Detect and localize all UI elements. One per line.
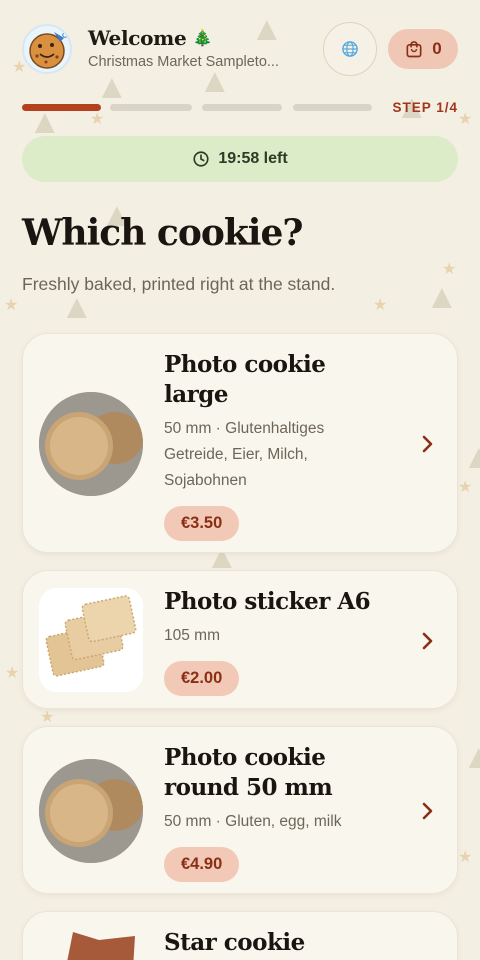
clock-icon bbox=[193, 151, 209, 167]
product-title: Photo sticker A6 bbox=[164, 588, 371, 615]
step-segment-3 bbox=[202, 104, 282, 111]
cookie-mascot-icon bbox=[22, 24, 72, 74]
globe-icon bbox=[342, 41, 358, 57]
timer-text: 19:58 left bbox=[218, 150, 288, 167]
cart-count: 0 bbox=[432, 39, 442, 58]
star-decoration-icon: ★ bbox=[442, 261, 457, 278]
star-decoration-icon: ★ bbox=[458, 479, 473, 496]
star-decoration-icon: ★ bbox=[4, 297, 19, 314]
page-subtitle: Freshly baked, printed right at the stan… bbox=[22, 274, 336, 294]
product-card[interactable]: Star cookie bbox=[22, 911, 458, 960]
product-card[interactable]: Photo cookie round 50 mm 50 mm · Gluten,… bbox=[22, 726, 458, 894]
tree-decoration-icon: ▲ bbox=[60, 288, 94, 326]
tree-decoration-icon: ▲ bbox=[95, 68, 129, 106]
star-decoration-icon: ★ bbox=[458, 111, 473, 128]
tree-decoration-icon: ▲ bbox=[462, 438, 480, 476]
tree-decoration-icon: ▲ bbox=[462, 738, 480, 776]
chevron-right-icon bbox=[422, 632, 433, 650]
header-title: Welcome bbox=[88, 26, 187, 50]
product-title: Photo cookie round 50 mm bbox=[164, 744, 333, 801]
christmas-tree-icon: 🎄 bbox=[192, 30, 213, 47]
step-segment-4 bbox=[293, 104, 372, 111]
product-image bbox=[39, 392, 143, 496]
app-screen: ▲ ▲ ▲ ▲ ▲ ▲ ▲ ▲ ▲ ▲ ▲ ★ ★ ★ ★ ★ ★ ★ ★ ★ … bbox=[0, 0, 480, 960]
price-badge: €3.50 bbox=[164, 506, 240, 541]
time-remaining-banner: 19:58 left bbox=[22, 136, 458, 182]
star-decoration-icon: ★ bbox=[40, 709, 55, 726]
step-segment-1 bbox=[22, 104, 101, 111]
product-title: Star cookie bbox=[164, 929, 305, 956]
price-badge: €4.90 bbox=[164, 847, 240, 882]
step-label: STEP 1/4 bbox=[392, 100, 458, 115]
step-progress: STEP 1/4 bbox=[22, 100, 458, 116]
product-image bbox=[39, 928, 143, 960]
chevron-right-icon bbox=[422, 802, 433, 820]
shopping-bag-icon bbox=[406, 41, 422, 58]
product-details: 50 mm · Gluten, egg, milk bbox=[164, 813, 342, 830]
step-segment-2 bbox=[110, 104, 192, 111]
product-image bbox=[39, 759, 143, 863]
product-info: Photo cookie large 50 mm · Glutenhaltige… bbox=[164, 350, 394, 541]
product-details: 50 mm · Glutenhaltiges Getreide, Eier, M… bbox=[164, 420, 325, 489]
price-badge: €2.00 bbox=[164, 661, 240, 696]
star-decoration-icon: ★ bbox=[373, 297, 388, 314]
product-image bbox=[39, 588, 143, 692]
cart-button[interactable]: 0 bbox=[388, 29, 458, 69]
product-info: Photo cookie round 50 mm 50 mm · Gluten,… bbox=[164, 743, 394, 882]
product-title: Photo cookie large bbox=[164, 351, 326, 408]
chevron-right-icon bbox=[422, 435, 433, 453]
product-card[interactable]: Photo sticker A6 105 mm €2.00 bbox=[22, 570, 458, 709]
page-title: Which cookie? bbox=[22, 212, 303, 254]
product-info: Star cookie bbox=[164, 928, 394, 958]
language-button[interactable] bbox=[323, 22, 377, 76]
market-name: Christmas Market Sampleto... bbox=[88, 54, 279, 70]
tree-decoration-icon: ▲ bbox=[425, 278, 459, 316]
app-header: Welcome 🎄 Christmas Market Sampleto... 0 bbox=[22, 22, 458, 76]
star-decoration-icon: ★ bbox=[5, 665, 20, 682]
product-info: Photo sticker A6 105 mm €2.00 bbox=[164, 587, 394, 696]
star-decoration-icon: ★ bbox=[458, 849, 473, 866]
header-titles: Welcome 🎄 Christmas Market Sampleto... bbox=[88, 26, 318, 70]
product-details: 105 mm bbox=[164, 627, 220, 644]
product-card[interactable]: Photo cookie large 50 mm · Glutenhaltige… bbox=[22, 333, 458, 553]
